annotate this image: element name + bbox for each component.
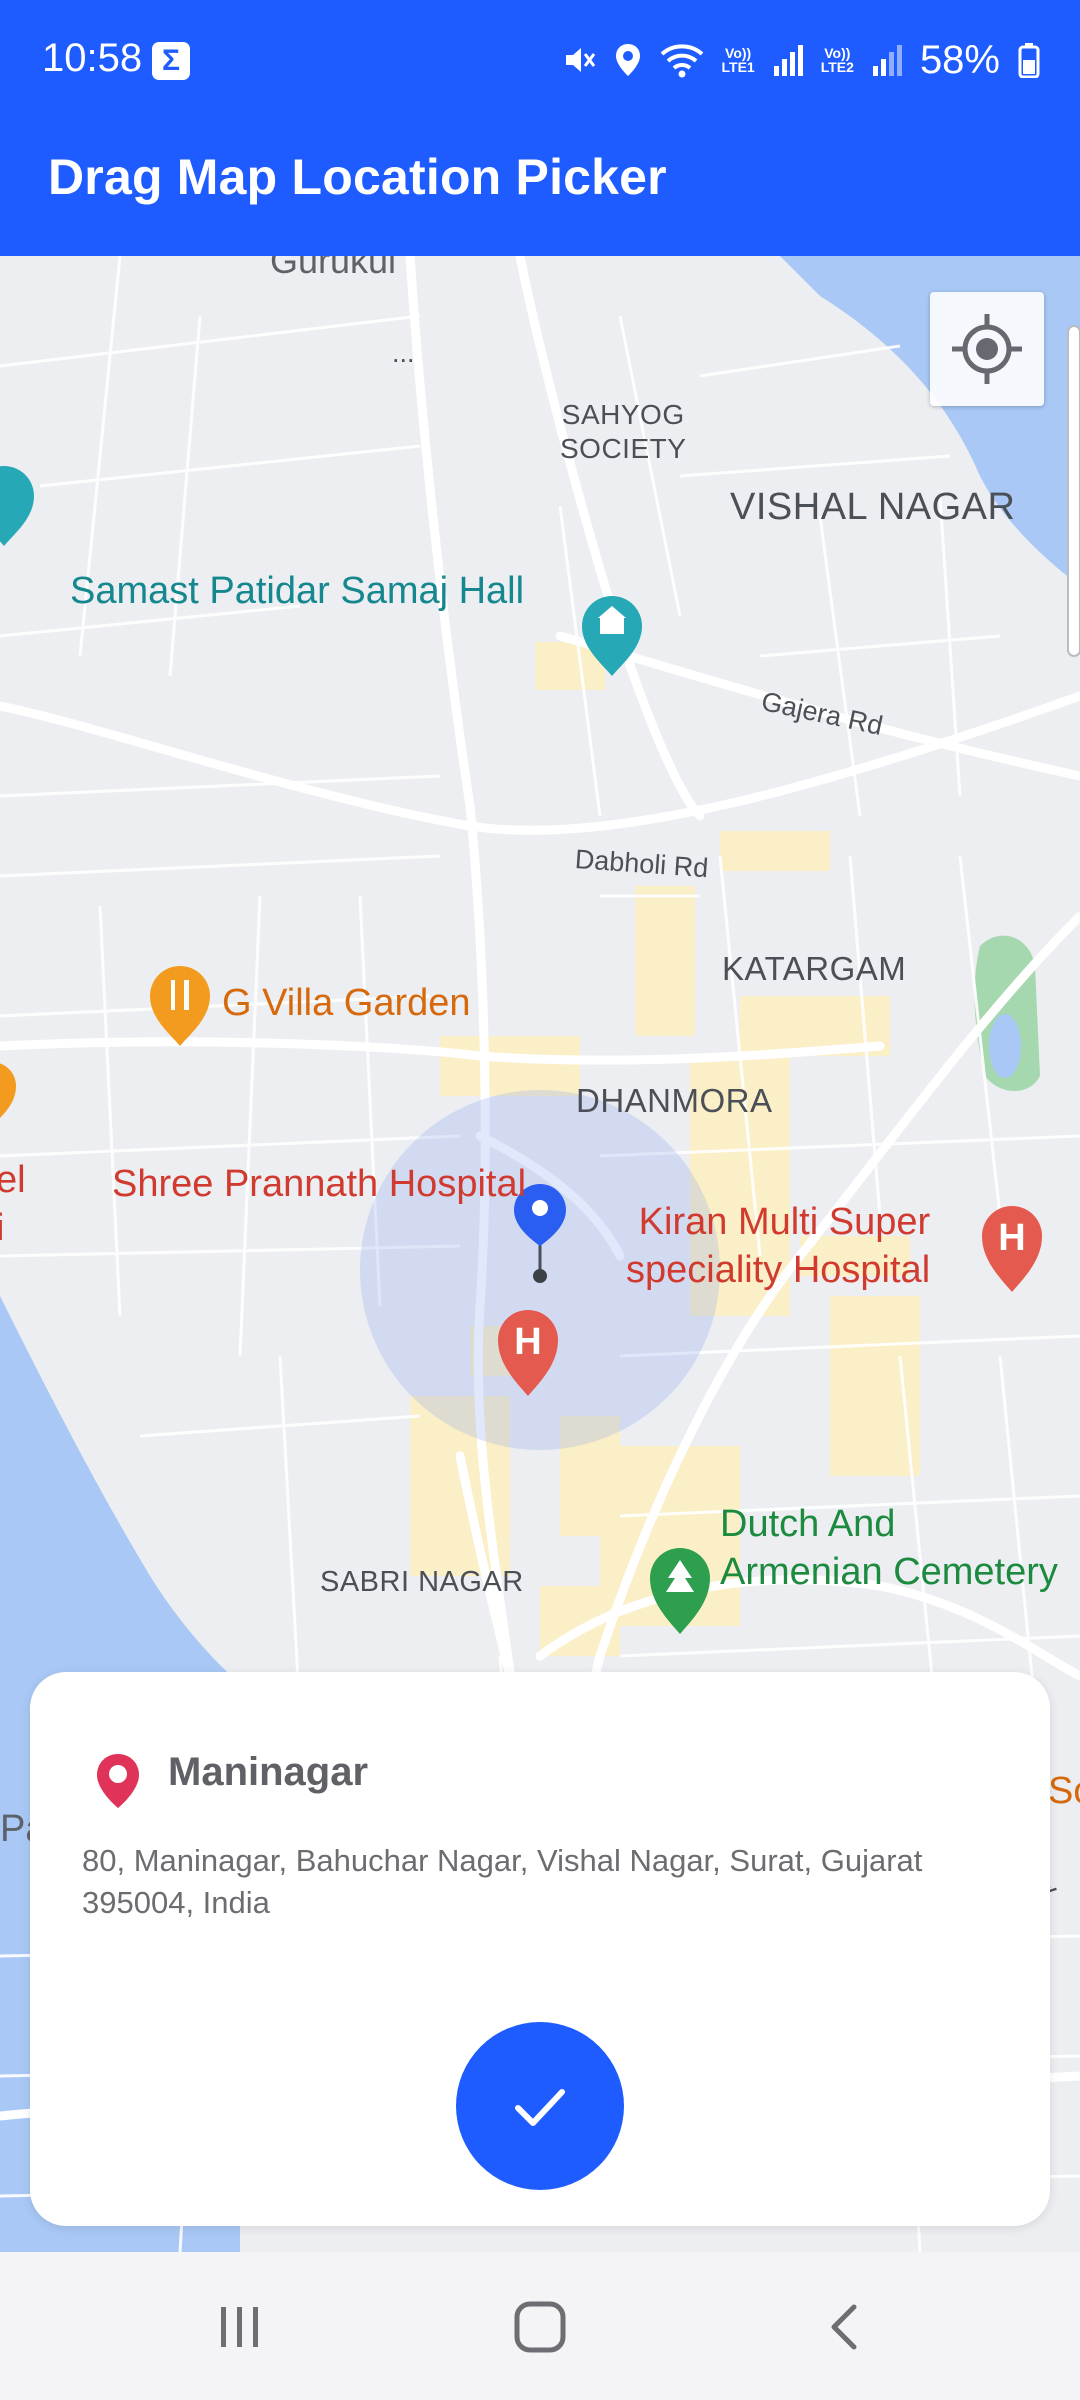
map-label-dhanmora: DHANMORA (576, 1082, 773, 1119)
back-icon (831, 2304, 857, 2350)
my-location-button[interactable] (930, 292, 1044, 406)
orange-marker-left (0, 1063, 16, 1119)
place-address: 80, Maninagar, Bahuchar Nagar, Vishal Na… (82, 1843, 923, 1920)
signal-icon (773, 45, 803, 76)
svg-text:H: H (514, 1321, 541, 1363)
system-nav-bar (0, 2252, 1080, 2400)
map-label-katargam: KATARGAM (722, 950, 907, 987)
sigma-app-icon: Σ (152, 42, 190, 80)
mute-icon (565, 48, 595, 72)
home-icon (514, 2301, 566, 2353)
home-button[interactable] (490, 2292, 590, 2362)
status-icons: Vo)) LTE1 Vo)) LTE2 58% (560, 36, 1040, 84)
battery-icon (1018, 43, 1040, 78)
back-button[interactable] (794, 2292, 894, 2362)
check-icon (515, 2089, 565, 2126)
location-icon (615, 44, 640, 76)
confirm-location-button[interactable] (456, 2022, 624, 2190)
svg-text:H: H (998, 1217, 1025, 1259)
battery-percent: 58% (919, 37, 1000, 82)
map-label-sahyog-society: SAHYOG SOCIETY (560, 399, 687, 464)
map-label-edge-el: el (0, 1159, 26, 1201)
sim2-indicator: Vo)) LTE2 (820, 45, 854, 75)
map-label-g-villa-garden: G Villa Garden (222, 982, 471, 1024)
map-label-vishal-nagar: VISHAL NAGAR (730, 486, 1016, 528)
hospital-marker-kiran: H (982, 1206, 1042, 1292)
my-location-icon (952, 314, 1022, 384)
app-title: Drag Map Location Picker (48, 149, 667, 205)
map-label-gurukul: Gurukul (270, 256, 397, 281)
wifi-icon (660, 44, 703, 78)
place-name: Maninagar (168, 1750, 369, 1794)
map-label-shree-prannath-hospital: Shree Prannath Hospital (112, 1163, 527, 1205)
map-label-ellipsis: ... (392, 338, 415, 368)
place-pin-icon (97, 1754, 139, 1808)
signal-icon-2 (872, 45, 902, 76)
hall-marker-left (0, 466, 34, 546)
map-label-kiran-hospital: Kiran Multi Super speciality Hospital (626, 1201, 931, 1291)
status-time: 10:58 (42, 36, 143, 80)
recents-button[interactable] (190, 2292, 290, 2362)
map-label-dutch-armenian-cemetery: Dutch And Armenian Cemetery (720, 1503, 1058, 1593)
map-label-edge-so: So (1048, 1770, 1080, 1812)
sim1-indicator: Vo)) LTE1 (721, 45, 755, 75)
app-bar: Drag Map Location Picker (0, 118, 1080, 256)
location-card: Maninagar 80, Maninagar, Bahuchar Nagar,… (30, 1672, 1050, 2226)
map-label-edge-i: i (0, 1207, 5, 1249)
recents-icon (221, 2307, 258, 2347)
restaurant-marker (150, 966, 210, 1046)
status-bar: 10:58 Σ Vo)) LTE1 Vo)) LTE2 58% (0, 0, 1080, 118)
map-label-sabri-nagar: SABRI NAGAR (320, 1566, 524, 1598)
map-label-samast-patidar-samaj-hall: Samast Patidar Samaj Hall (70, 570, 525, 612)
